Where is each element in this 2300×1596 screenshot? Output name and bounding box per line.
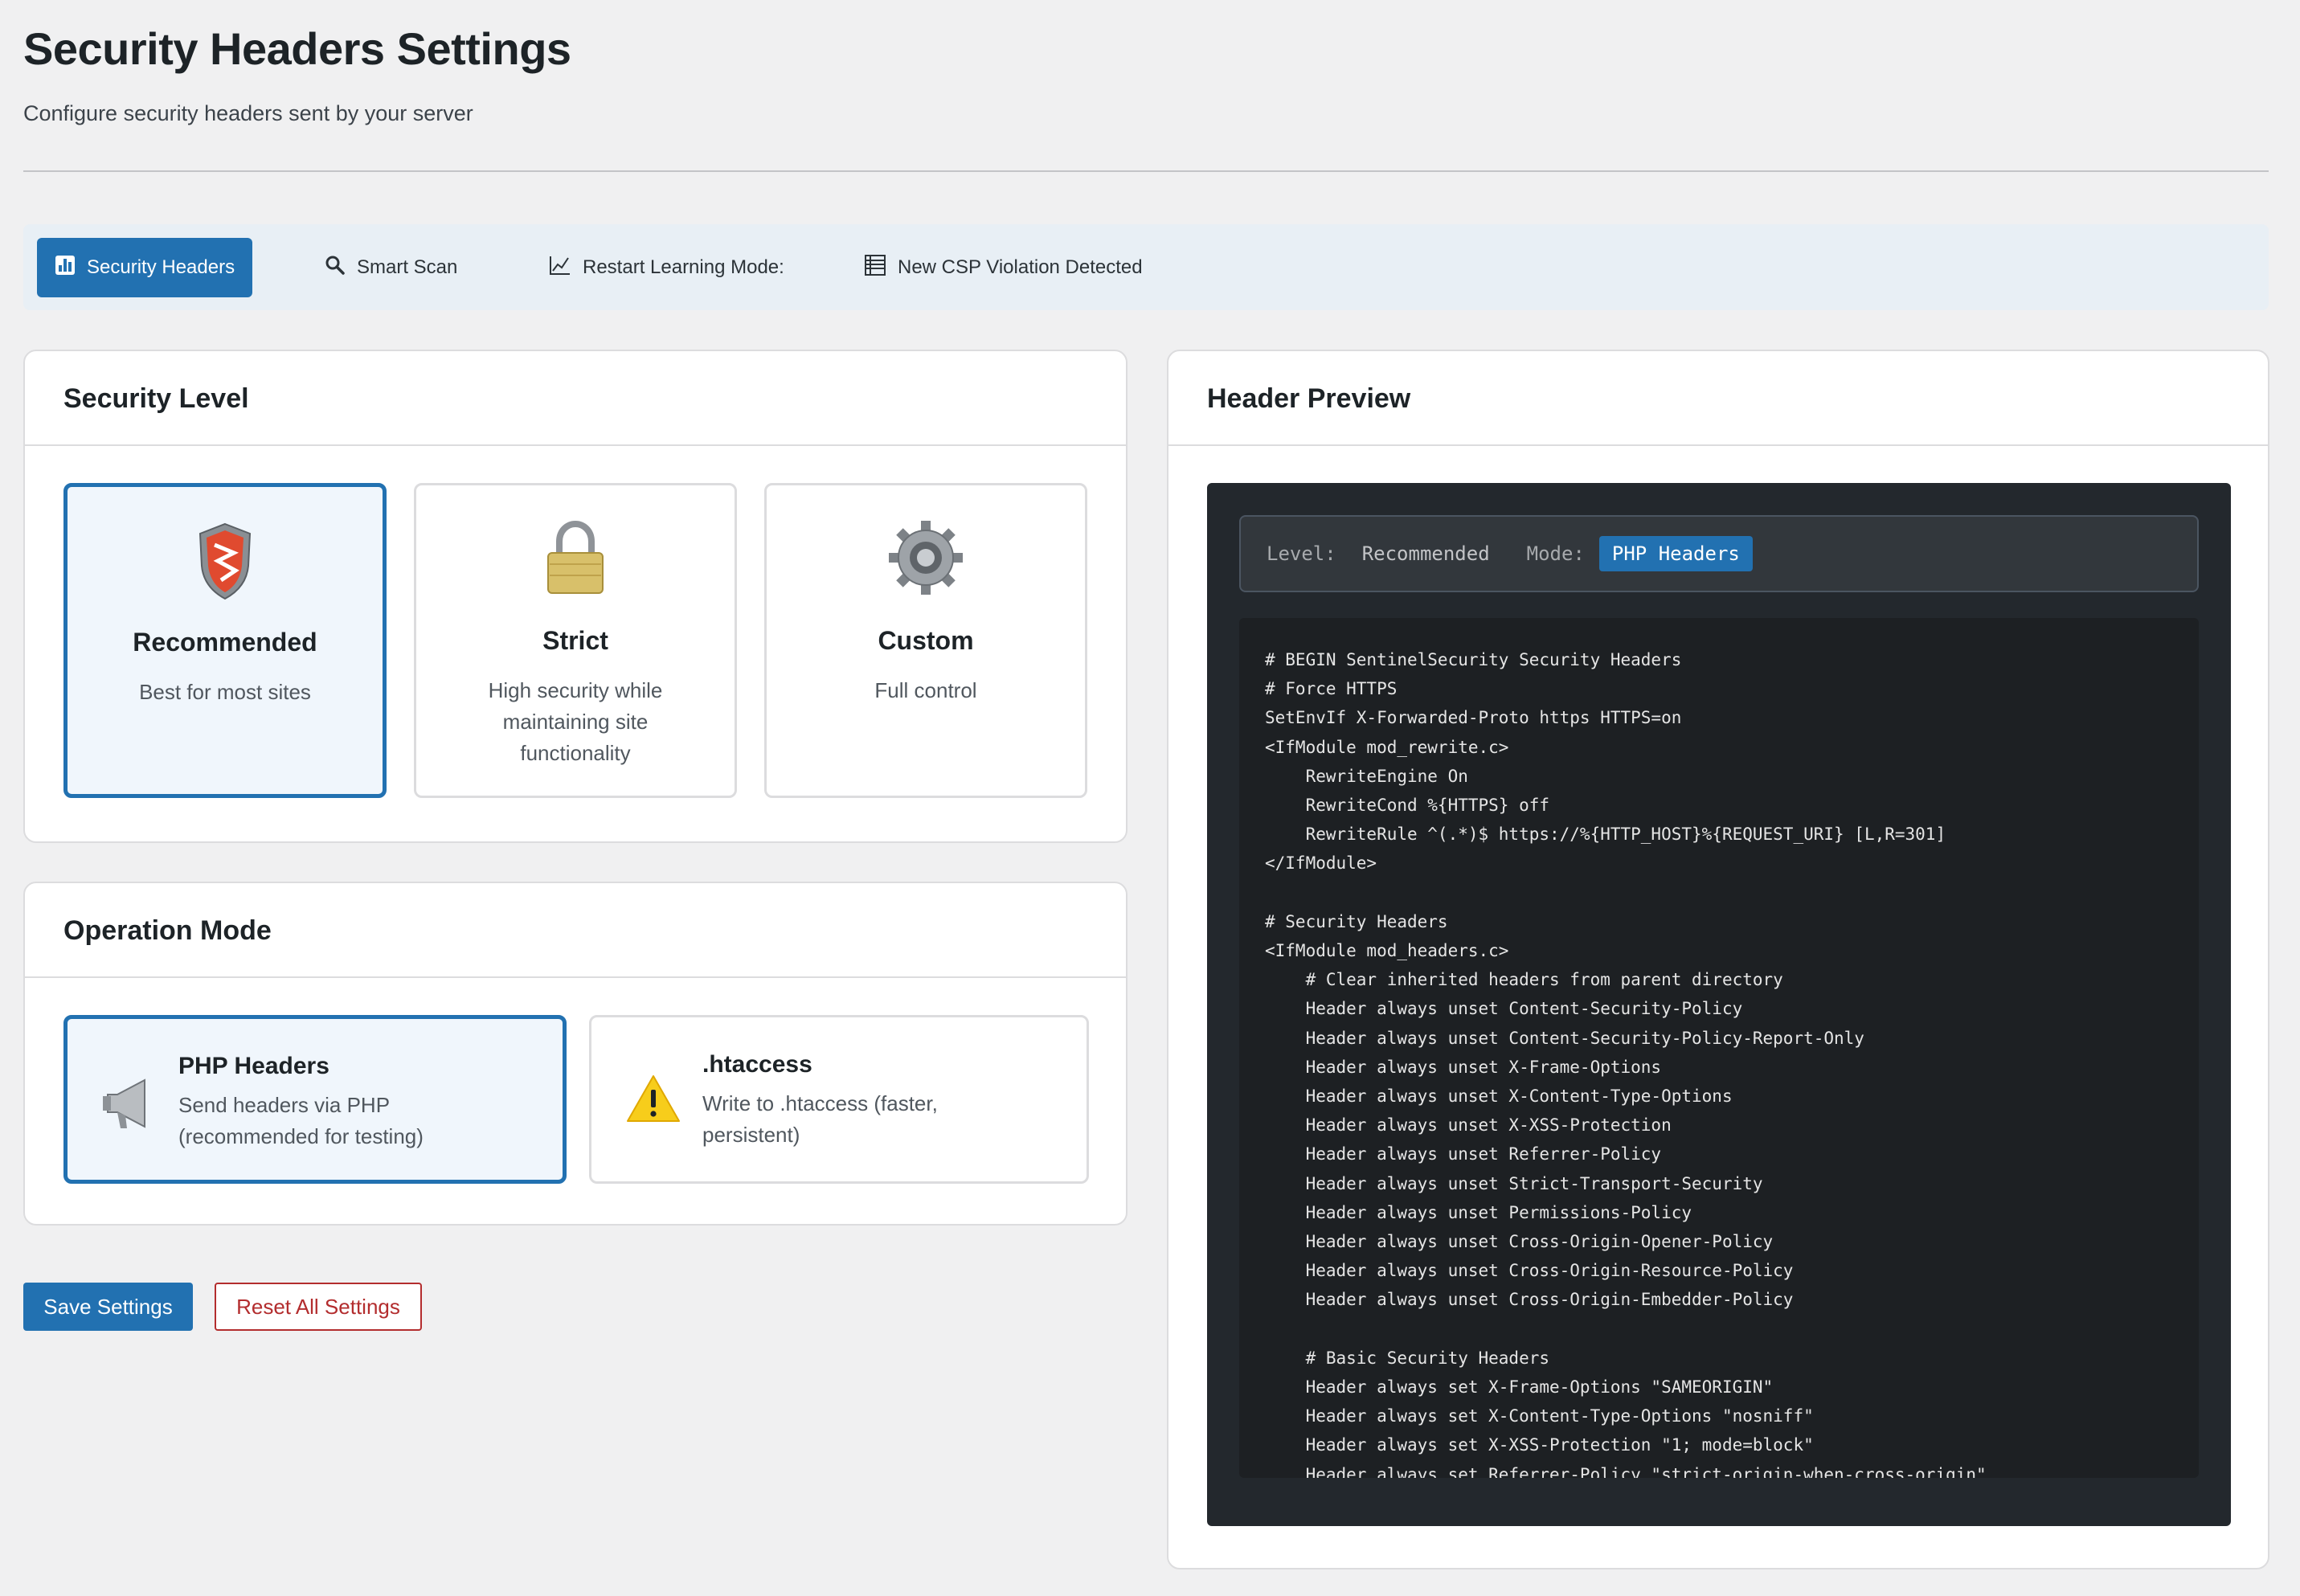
- tab-restart-learning-mode[interactable]: Restart Learning Mode:: [531, 238, 802, 297]
- security-level-card: Security Level Recommended Best for most…: [23, 350, 1127, 843]
- page: Security Headers Settings Configure secu…: [0, 0, 2300, 1596]
- operation-mode-card: Operation Mode PHP Headers Send headers …: [23, 882, 1127, 1226]
- dashboard-icon: [55, 255, 76, 281]
- padlock-icon: [543, 519, 608, 600]
- code-preview[interactable]: # BEGIN SentinelSecurity Security Header…: [1239, 618, 2199, 1478]
- card-header: Operation Mode: [25, 883, 1126, 978]
- level-option-custom[interactable]: Custom Full control: [764, 483, 1087, 798]
- tab-csp-violation[interactable]: New CSP Violation Detected: [846, 238, 1160, 297]
- warning-icon: [625, 1074, 681, 1127]
- tab-security-headers[interactable]: Security Headers: [37, 238, 253, 297]
- tab-label: Smart Scan: [357, 256, 458, 278]
- level-desc: High security while maintaining site fun…: [488, 678, 663, 765]
- level-option-recommended[interactable]: Recommended Best for most sites: [63, 483, 387, 798]
- level-name: Recommended: [133, 628, 317, 657]
- table-list-icon: [864, 254, 886, 282]
- code-text: # BEGIN SentinelSecurity Security Header…: [1265, 650, 1987, 1478]
- reset-all-settings-button[interactable]: Reset All Settings: [215, 1283, 422, 1331]
- tab-smart-scan[interactable]: Smart Scan: [307, 238, 475, 297]
- level-option-strict[interactable]: Strict High security while maintaining s…: [414, 483, 737, 798]
- gear-icon: [887, 519, 964, 600]
- mode-label: Mode:: [1526, 542, 1585, 565]
- mode-badge: PHP Headers: [1598, 536, 1753, 571]
- level-name: Strict: [542, 626, 608, 655]
- mode-option-htaccess[interactable]: .htaccess Write to .htaccess (faster, pe…: [589, 1015, 1089, 1184]
- tab-bar: Security Headers Smart Scan Restart Lear…: [23, 224, 2269, 310]
- mode-name: .htaccess: [702, 1051, 812, 1078]
- save-settings-button[interactable]: Save Settings: [23, 1283, 193, 1331]
- card-title: Security Level: [63, 383, 249, 414]
- page-title: Security Headers Settings: [23, 23, 571, 74]
- divider: [23, 170, 2269, 172]
- tab-label: Restart Learning Mode:: [583, 256, 784, 278]
- tab-label: Security Headers: [87, 256, 235, 278]
- shield-icon: [197, 521, 253, 605]
- search-icon: [325, 255, 346, 281]
- mode-desc: Write to .htaccess (faster, persistent): [702, 1091, 938, 1147]
- card-header: Header Preview: [1168, 351, 2268, 446]
- level-label: Level:: [1267, 542, 1336, 565]
- megaphone-icon: [101, 1075, 156, 1136]
- tab-label: New CSP Violation Detected: [898, 256, 1143, 278]
- preview-panel: Level: Recommended Mode: PHP Headers # B…: [1207, 483, 2231, 1526]
- page-subtitle: Configure security headers sent by your …: [23, 101, 473, 125]
- chart-line-icon: [549, 255, 571, 281]
- card-title: Header Preview: [1207, 383, 1411, 414]
- card-header: Security Level: [25, 351, 1126, 446]
- preview-status-bar: Level: Recommended Mode: PHP Headers: [1239, 515, 2199, 592]
- header-preview-card: Header Preview Level: Recommended Mode: …: [1167, 350, 2269, 1569]
- level-name: Custom: [878, 626, 974, 655]
- mode-name: PHP Headers: [178, 1053, 329, 1079]
- card-title: Operation Mode: [63, 915, 272, 946]
- level-value: Recommended: [1361, 542, 1490, 565]
- level-desc: Best for most sites: [139, 680, 311, 704]
- mode-desc: Send headers via PHP (recommended for te…: [178, 1093, 424, 1148]
- mode-option-php-headers[interactable]: PHP Headers Send headers via PHP (recomm…: [63, 1015, 567, 1184]
- level-desc: Full control: [874, 678, 977, 702]
